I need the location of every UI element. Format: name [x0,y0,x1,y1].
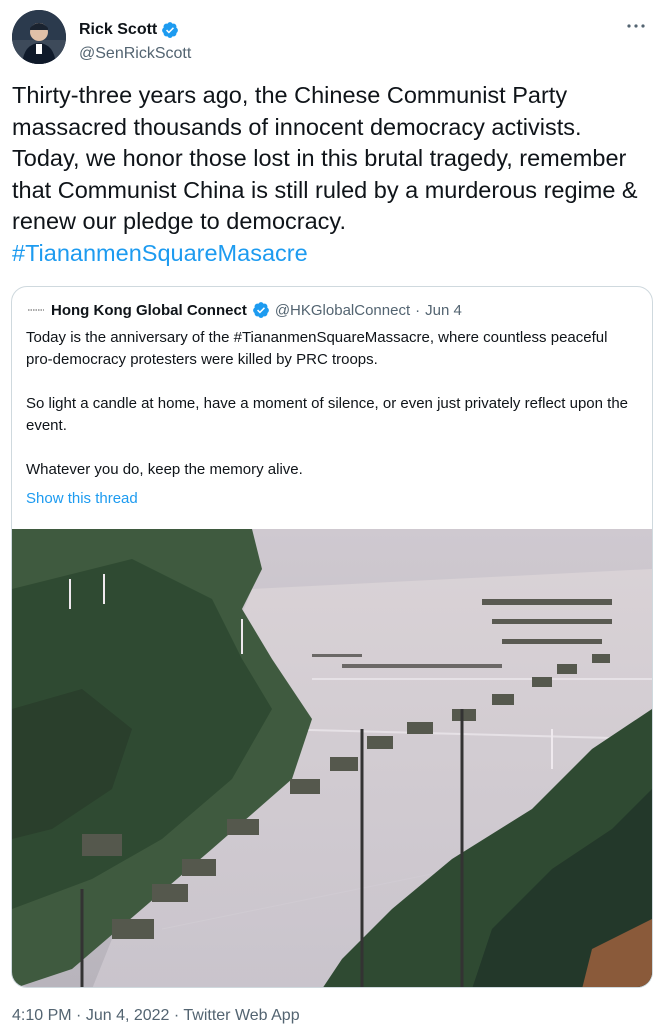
quoted-tweet-card[interactable]: Hong Kong Global Connect @HKGlobalConnec… [11,286,653,988]
quoted-tweet-header: Hong Kong Global Connect @HKGlobalConnec… [26,300,462,320]
quoted-author-avatar [26,300,46,320]
tweet-header: Rick Scott @SenRickScott [12,10,652,66]
quoted-separator: · [415,301,421,319]
quoted-paragraph: Today is the anniversary of the #Tiananm… [26,329,608,368]
author-name[interactable]: Rick Scott [79,21,157,39]
show-thread-link[interactable]: Show this thread [26,490,138,507]
quoted-paragraph: Whatever you do, keep the memory alive. [26,461,303,478]
tweet-hashtag-link[interactable]: #TiananmenSquareMasacre [12,240,308,266]
quoted-date: Jun 4 [425,301,462,319]
author-avatar[interactable] [12,10,66,64]
footer-separator: · [76,1007,82,1024]
tweet-date[interactable]: Jun 4, 2022 [86,1007,170,1024]
quoted-verified-badge-icon [252,301,270,319]
verified-badge-icon [161,21,179,39]
author-handle[interactable]: @SenRickScott [79,45,191,63]
quoted-author-name: Hong Kong Global Connect [51,301,247,319]
quoted-tweet-photo[interactable] [12,529,652,987]
quoted-tweet-text: Today is the anniversary of the #Tiananm… [26,327,638,481]
quoted-paragraph: So light a candle at home, have a moment… [26,395,629,434]
more-icon[interactable] [622,12,650,40]
tweet-time[interactable]: 4:10 PM [12,1007,72,1024]
footer-separator: · [173,1007,180,1024]
quoted-author-handle: @HKGlobalConnect [274,301,411,319]
tweet-body: Thirty-three years ago, the Chinese Comm… [12,82,638,234]
tweet-source[interactable]: Twitter Web App [183,1007,299,1024]
tweet-footer: 4:10 PM · Jun 4, 2022 · Twitter Web App [12,1007,300,1025]
author-name-row: Rick Scott [79,21,179,39]
tweet-text: Thirty-three years ago, the Chinese Comm… [12,80,648,269]
